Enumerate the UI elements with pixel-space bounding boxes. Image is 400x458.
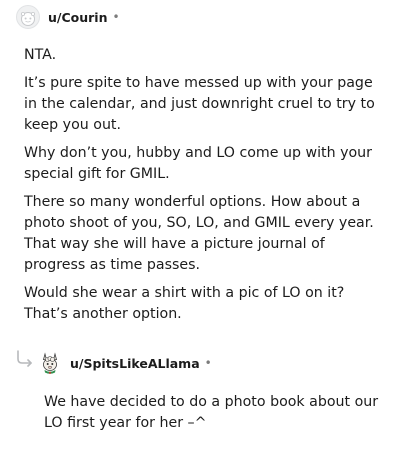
reply-username[interactable]: u/SpitsLikeALlama (70, 356, 200, 371)
comment-paragraph: There so many wonderful options. How abo… (24, 194, 374, 273)
reply-text: We have decided to do a photo book about… (44, 394, 379, 431)
reply-body: We have decided to do a photo book about… (44, 392, 384, 434)
reply-header: u/SpitsLikeALlama • (38, 349, 212, 377)
comment-paragraph: NTA. (24, 47, 57, 63)
comment-header: u/Courin • (16, 5, 120, 29)
reply-arrow-icon (16, 349, 34, 371)
llama-avatar-icon (42, 352, 58, 374)
separator-dot: • (112, 10, 120, 24)
comment-username[interactable]: u/Courin (48, 10, 107, 25)
comment-paragraph: It’s pure spite to have messed up with y… (24, 75, 375, 133)
user-avatar[interactable] (16, 5, 40, 29)
comment-paragraph: Why don’t you, hubby and LO come up with… (24, 145, 373, 182)
comment-body: NTA. It’s pure spite to have messed up w… (24, 45, 379, 332)
user-avatar[interactable] (38, 351, 62, 375)
default-snoo-avatar-icon (21, 12, 35, 26)
separator-dot: • (204, 356, 212, 370)
comment-paragraph: Would she wear a shirt with a pic of LO … (24, 285, 345, 322)
